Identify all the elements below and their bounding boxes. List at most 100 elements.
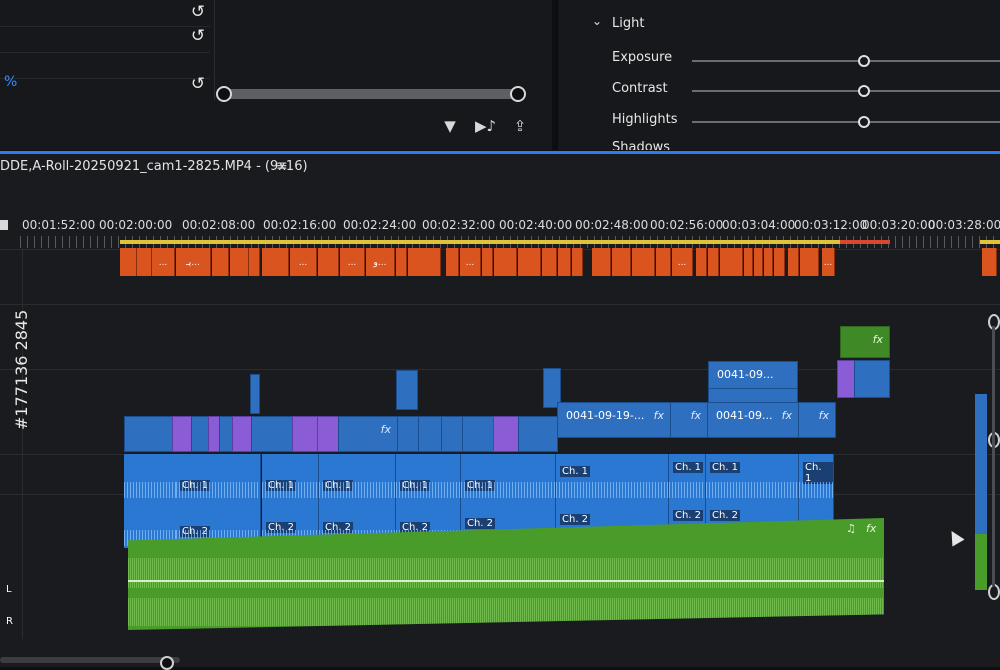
video-clip[interactable]: fx <box>670 402 708 438</box>
scroll-handle-right[interactable] <box>510 86 526 102</box>
render-bar-yellow <box>120 240 840 244</box>
contrast-knob[interactable] <box>858 85 870 97</box>
filter-icon[interactable]: ▼ <box>440 116 460 136</box>
caption-clip[interactable] <box>249 248 260 276</box>
video-clip[interactable]: 0041-09... <box>708 361 798 389</box>
video-clip[interactable] <box>518 416 558 452</box>
video-clip[interactable]: 0041-09-19-... fx <box>557 402 671 438</box>
highlights-knob[interactable] <box>858 116 870 128</box>
caption-clip[interactable] <box>656 248 671 276</box>
scroll-handle[interactable] <box>160 656 174 670</box>
nested-sequence-clip[interactable] <box>837 360 855 398</box>
video-clip[interactable] <box>219 416 233 452</box>
video-clip[interactable] <box>191 416 209 452</box>
caption-clip[interactable] <box>446 248 459 276</box>
caption-clip[interactable] <box>764 248 773 276</box>
offscreen-music-clip[interactable] <box>975 534 987 590</box>
adjustment-clip[interactable]: fx <box>840 326 890 358</box>
caption-clip[interactable]: و... <box>366 248 395 276</box>
reset-icon[interactable]: ↺ <box>188 2 208 22</box>
caption-clip[interactable] <box>120 248 137 276</box>
caption-clip[interactable] <box>800 248 819 276</box>
caption-clip[interactable] <box>982 248 997 276</box>
caption-clip[interactable]: ... <box>290 248 317 276</box>
export-icon[interactable]: ⇪ <box>510 116 530 136</box>
audio-waveform <box>669 482 705 498</box>
caption-clip[interactable] <box>754 248 763 276</box>
caption-clip[interactable] <box>494 248 517 276</box>
video-clip[interactable] <box>396 370 418 410</box>
audio-clip[interactable]: Ch. 1 <box>461 454 556 500</box>
video-clip[interactable] <box>418 416 442 452</box>
video-clip[interactable] <box>251 416 293 452</box>
audio-clip[interactable] <box>124 454 177 500</box>
menu-icon[interactable]: ≡ <box>276 158 288 174</box>
caption-clip[interactable] <box>696 248 707 276</box>
audio-clip[interactable]: Ch. 1 <box>319 454 396 500</box>
chevron-down-icon[interactable]: ⌄ <box>592 14 602 28</box>
video-clip[interactable] <box>462 416 494 452</box>
audio-clip[interactable]: Ch. 1 <box>262 454 319 500</box>
caption-clip[interactable] <box>396 248 407 276</box>
audio-clip[interactable]: Ch. 1 <box>396 454 461 500</box>
keyframe-scrollbar[interactable] <box>216 86 526 102</box>
caption-clip[interactable] <box>788 248 799 276</box>
exposure-knob[interactable] <box>858 55 870 67</box>
horizontal-scrollbar[interactable] <box>0 657 180 663</box>
caption-clip[interactable] <box>318 248 339 276</box>
caption-clip[interactable] <box>212 248 229 276</box>
reset-icon[interactable]: ↺ <box>188 74 208 94</box>
caption-clip[interactable] <box>720 248 743 276</box>
caption-clip[interactable]: ... <box>340 248 365 276</box>
caption-clip[interactable] <box>518 248 541 276</box>
caption-clip[interactable] <box>558 248 571 276</box>
contrast-slider[interactable] <box>692 90 1000 92</box>
caption-clip[interactable] <box>708 248 719 276</box>
sequence-tab-title[interactable]: DDE,A-Roll-20250921_cam1-2825.MP4 - (9x1… <box>0 159 308 174</box>
caption-clip[interactable] <box>137 248 152 276</box>
caption-clip[interactable]: ... <box>460 248 481 276</box>
video-clip[interactable] <box>441 416 463 452</box>
volume-rubberband[interactable] <box>128 580 884 582</box>
caption-clip[interactable] <box>262 248 289 276</box>
caption-clip[interactable]: ... <box>672 248 693 276</box>
caption-clip[interactable]: ... <box>822 248 835 276</box>
caption-clip[interactable] <box>542 248 557 276</box>
audio-clip[interactable]: Ch. 1 <box>799 454 834 500</box>
audio-waveform <box>128 598 884 626</box>
reset-icon[interactable]: ↺ <box>188 26 208 46</box>
audio-clip[interactable]: Ch. 1 <box>706 454 799 500</box>
video-clip[interactable]: fx <box>798 402 836 438</box>
caption-clip[interactable] <box>572 248 583 276</box>
caption-clip[interactable] <box>632 248 655 276</box>
video-clip[interactable]: 0041-09... fx <box>707 402 799 438</box>
audio-clip[interactable]: Ch. 1 <box>669 454 706 500</box>
zoom-handle-bottom[interactable] <box>988 584 1000 600</box>
caption-clip[interactable]: يـ... <box>176 248 211 276</box>
caption-clip[interactable] <box>612 248 631 276</box>
caption-clip[interactable] <box>230 248 249 276</box>
caption-clip[interactable] <box>408 248 441 276</box>
nested-sequence-clip[interactable] <box>172 416 192 452</box>
caption-clip[interactable] <box>592 248 611 276</box>
video-clip[interactable] <box>124 416 174 452</box>
video-clip[interactable]: fx <box>338 416 398 452</box>
video-clip[interactable] <box>397 416 419 452</box>
caption-clip[interactable] <box>482 248 493 276</box>
scroll-handle-left[interactable] <box>216 86 232 102</box>
caption-clip[interactable]: ... <box>152 248 175 276</box>
caption-clip[interactable] <box>774 248 785 276</box>
play-audio-icon[interactable]: ▶♪ <box>475 116 496 136</box>
video-clip[interactable] <box>250 374 260 414</box>
caption-clip[interactable] <box>744 248 753 276</box>
nested-sequence-clip[interactable] <box>493 416 519 452</box>
highlights-slider[interactable] <box>692 121 1000 123</box>
vertical-scrollbar[interactable] <box>992 326 995 586</box>
video-clip[interactable] <box>854 360 890 398</box>
nested-sequence-clip[interactable] <box>292 416 318 452</box>
nested-sequence-clip[interactable] <box>317 416 339 452</box>
exposure-slider[interactable] <box>692 60 1000 62</box>
audio-clip[interactable]: Ch. 1 <box>556 454 669 500</box>
audio-clip[interactable]: Ch. 1 <box>176 454 261 500</box>
nested-sequence-clip[interactable] <box>232 416 252 452</box>
